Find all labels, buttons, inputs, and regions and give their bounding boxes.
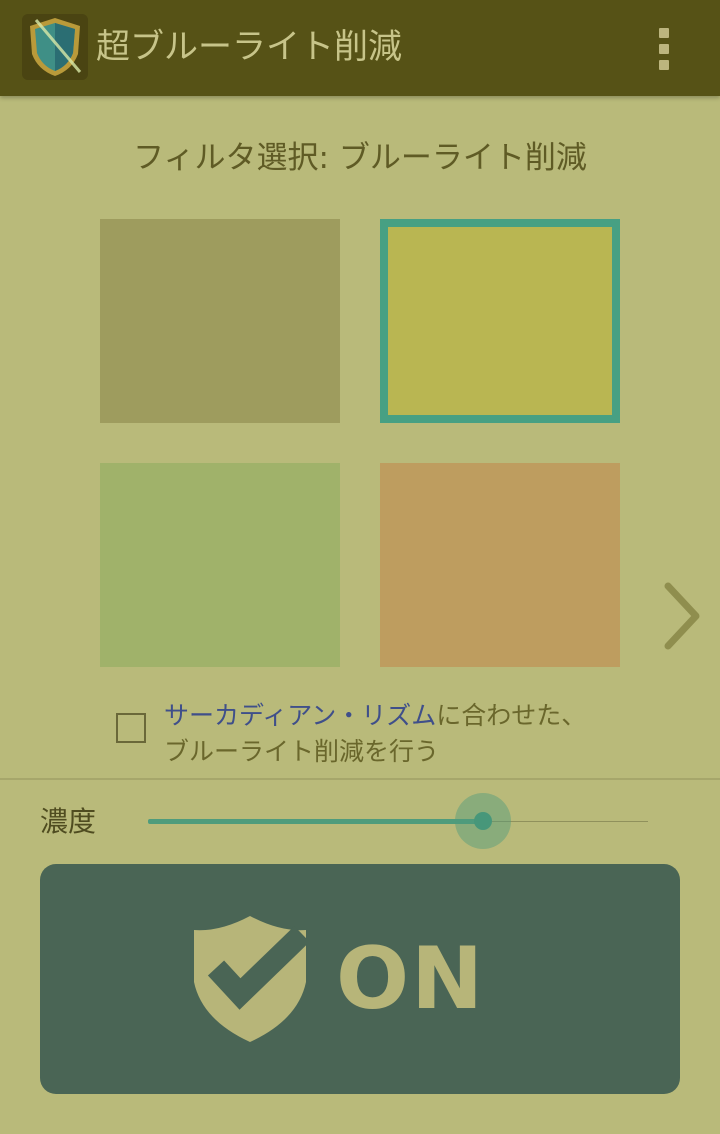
filter-swatch-2[interactable] bbox=[380, 219, 620, 423]
circadian-label-rest: に合わせた、 bbox=[436, 701, 587, 730]
filter-heading: フィルタ選択: ブルーライト削減 bbox=[133, 140, 587, 176]
circadian-label[interactable]: サーカディアン・リズムに合わせた、 ブルーライト削減を行う bbox=[164, 698, 684, 770]
intensity-label: 濃度 bbox=[40, 805, 97, 838]
circadian-checkbox[interactable] bbox=[116, 713, 146, 743]
filter-swatch-4[interactable] bbox=[380, 463, 620, 667]
intensity-slider[interactable] bbox=[148, 792, 648, 852]
more-vert-icon[interactable] bbox=[648, 22, 680, 74]
app-title: 超ブルーライト削減 bbox=[96, 27, 402, 67]
divider bbox=[0, 778, 720, 780]
shield-check-icon bbox=[194, 916, 310, 1042]
slider-fill bbox=[148, 819, 483, 824]
circadian-link[interactable]: サーカディアン・リズム bbox=[164, 701, 436, 730]
shield-icon bbox=[22, 14, 88, 80]
power-on-label: ON bbox=[336, 929, 486, 1029]
filter-swatch-1[interactable] bbox=[100, 219, 340, 423]
power-on-button[interactable]: ON bbox=[40, 864, 680, 1094]
circadian-label-line2: ブルーライト削減を行う bbox=[164, 737, 440, 766]
filter-swatch-3[interactable] bbox=[100, 463, 340, 667]
slider-thumb[interactable] bbox=[474, 812, 492, 830]
chevron-right-icon[interactable] bbox=[656, 578, 708, 654]
app-bar: 超ブルーライト削減 bbox=[0, 0, 720, 96]
